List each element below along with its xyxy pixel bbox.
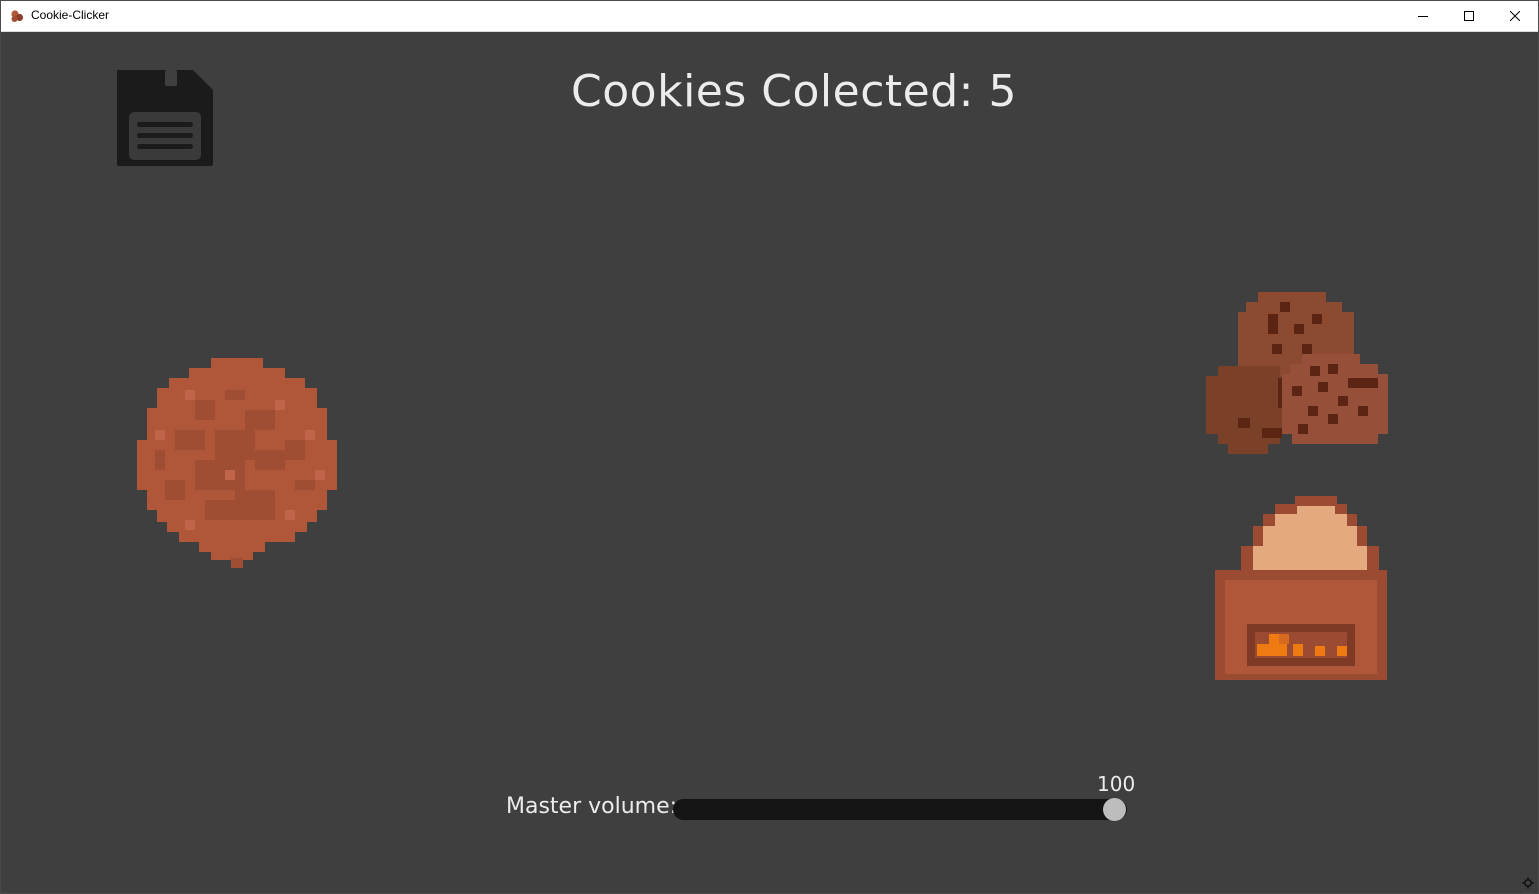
- app-window: Cookie-Clicker Cookies Colected: 5 Maste…: [0, 0, 1539, 894]
- maximize-button[interactable]: [1446, 1, 1492, 31]
- cookie-icon: [137, 358, 337, 568]
- save-button[interactable]: [115, 68, 215, 168]
- cookie-app-icon: [11, 10, 24, 22]
- cookie-counter: Cookies Colected: 5: [571, 66, 1017, 117]
- volume-slider-thumb[interactable]: [1103, 798, 1126, 821]
- minimize-icon: [1418, 16, 1428, 17]
- shop-item-cookies[interactable]: [1202, 288, 1390, 466]
- oven-icon: [1215, 496, 1387, 680]
- window-title: Cookie-Clicker: [31, 8, 110, 22]
- gear-icon: [1522, 877, 1534, 889]
- cookie-pile-icon: [1206, 292, 1388, 454]
- minimize-button[interactable]: [1400, 1, 1446, 31]
- master-volume-value: 100: [1097, 772, 1136, 796]
- title-bar[interactable]: Cookie-Clicker: [1, 1, 1538, 32]
- master-volume-label: Master volume:: [506, 794, 678, 819]
- maximize-icon: [1464, 11, 1474, 21]
- shop-item-oven[interactable]: [1213, 494, 1389, 682]
- master-volume-slider[interactable]: [673, 798, 1127, 821]
- close-icon: [1510, 11, 1520, 21]
- game-area: Cookies Colected: 5 Master volume: 100: [1, 32, 1538, 893]
- close-button[interactable]: [1492, 1, 1538, 31]
- big-cookie-button[interactable]: [135, 356, 339, 570]
- floppy-disk-icon: [117, 70, 213, 166]
